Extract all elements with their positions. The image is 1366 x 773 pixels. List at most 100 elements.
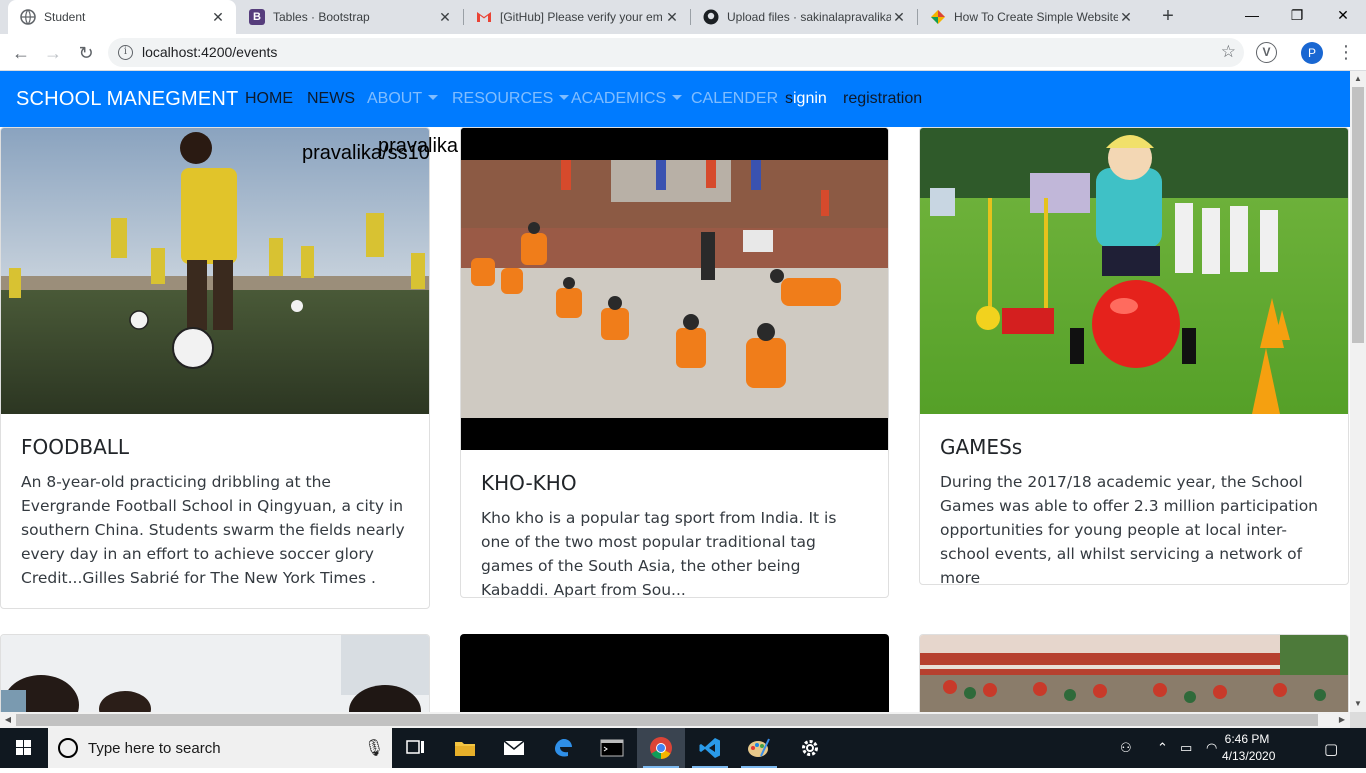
card-text: During the 2017/18 academic year, the Sc… — [940, 473, 1319, 585]
tab-upload-files[interactable]: Upload files · sakinalapravalika ✕ — [691, 0, 917, 34]
tab-github-verify[interactable]: [GitHub] Please verify your em ✕ — [464, 0, 690, 34]
bookmark-star-icon[interactable]: ☆ — [1221, 42, 1236, 62]
nav-signin-first-letter: s — [785, 90, 793, 107]
url-text: localhost:4200/events — [142, 44, 278, 60]
close-icon[interactable]: ✕ — [1118, 9, 1134, 26]
close-icon[interactable]: ✕ — [891, 9, 907, 26]
tab-simple-website[interactable]: How To Create Simple Website ✕ — [918, 0, 1144, 34]
windows-logo-icon — [16, 740, 31, 755]
chevron-down-icon — [559, 95, 570, 100]
card-title: KHO-KHO — [481, 471, 577, 495]
card-title: GAMESs — [940, 435, 1023, 459]
scrollbar-thumb[interactable] — [16, 714, 1318, 726]
chevron-up-icon[interactable]: ⌃ — [1157, 740, 1168, 756]
extension-icon[interactable]: V — [1256, 42, 1277, 63]
card-text: An 8-year-old practicing dribbling at th… — [21, 473, 405, 587]
wifi-icon[interactable]: ◠ — [1206, 740, 1217, 756]
scrollbar-corner — [1350, 712, 1366, 728]
bootstrap-icon: B — [249, 9, 265, 25]
search-placeholder: Type here to search — [88, 740, 221, 757]
clock-time: 6:46 PM — [1224, 732, 1270, 746]
reload-icon[interactable]: ↻ — [73, 40, 99, 66]
football-image — [1, 128, 429, 414]
chevron-down-icon — [428, 95, 439, 100]
multicolor-icon — [930, 9, 946, 25]
settings-gear-icon[interactable] — [786, 728, 834, 768]
close-icon[interactable]: ✕ — [664, 9, 680, 26]
school-assembly-image — [920, 635, 1348, 712]
task-view-icon[interactable] — [392, 728, 440, 768]
close-window-icon[interactable]: ✕ — [1320, 0, 1366, 30]
scrollbar-thumb[interactable] — [1352, 87, 1364, 343]
new-tab-button[interactable]: + — [1156, 5, 1180, 29]
search-icon — [58, 738, 78, 758]
overlay-text-name-inner: pravalika — [378, 135, 459, 157]
card-text: Kho kho is a popular tag sport from Indi… — [481, 509, 837, 598]
vertical-scrollbar[interactable]: ▲ ▼ — [1350, 71, 1366, 712]
chevron-down-icon — [672, 95, 683, 100]
nav-signin[interactable]: signin — [785, 90, 827, 108]
mail-icon[interactable] — [490, 728, 538, 768]
terminal-icon[interactable] — [588, 728, 636, 768]
horizontal-scrollbar[interactable]: ◀ ▶ — [0, 712, 1350, 728]
vscode-icon[interactable] — [686, 728, 734, 768]
microphone-icon[interactable]: 🎙 — [364, 738, 384, 758]
card-title: FOODBALL — [21, 435, 130, 459]
scroll-down-icon[interactable]: ▼ — [1350, 696, 1366, 712]
scroll-up-icon[interactable]: ▲ — [1350, 71, 1366, 87]
event-card-row2-2 — [460, 634, 889, 712]
page-viewport: SCHOOL MANEGMENT HOME NEWS ABOUT RESOURC… — [0, 71, 1350, 712]
tab-title: Tables · Bootstrap — [273, 10, 370, 24]
file-explorer-icon[interactable] — [441, 728, 489, 768]
games-image — [920, 128, 1348, 414]
tab-title: Student — [44, 10, 86, 24]
github-icon — [703, 9, 719, 25]
notification-icon[interactable]: ▢ — [1324, 740, 1338, 758]
profile-avatar[interactable]: P — [1301, 42, 1323, 64]
system-clock[interactable]: 6:46 PM 4/13/2020 — [1222, 731, 1275, 765]
paint-icon[interactable] — [735, 728, 783, 768]
event-card-games: GAMESs During the 2017/18 academic year,… — [919, 127, 1349, 585]
chrome-icon[interactable] — [637, 728, 685, 768]
site-navbar: SCHOOL MANEGMENT HOME NEWS ABOUT RESOURC… — [0, 71, 1350, 127]
nav-about[interactable]: ABOUT — [367, 90, 439, 108]
tab-title: How To Create Simple Website — [954, 10, 1118, 24]
kho-kho-image — [461, 128, 888, 450]
navbar-brand[interactable]: SCHOOL MANEGMENT — [16, 88, 238, 111]
nav-resources-label: RESOURCES — [452, 90, 554, 107]
close-icon[interactable]: ✕ — [437, 9, 453, 26]
scroll-right-icon[interactable]: ▶ — [1334, 712, 1350, 728]
nav-news[interactable]: NEWS — [307, 90, 355, 108]
battery-icon[interactable]: ▭ — [1180, 740, 1192, 756]
minimize-icon[interactable]: — — [1229, 0, 1275, 30]
overlay-text-name: pravalika — [378, 135, 460, 158]
edge-icon[interactable] — [539, 728, 587, 768]
nav-calender[interactable]: CALENDER — [691, 90, 778, 108]
event-card-row2-1 — [0, 634, 430, 712]
tab-student[interactable]: Student ✕ — [8, 0, 236, 34]
forward-arrow-icon[interactable]: → — [40, 40, 66, 66]
event-card-football: FOODBALL An 8-year-old practicing dribbl… — [0, 127, 430, 609]
taskbar-search[interactable]: Type here to search 🎙 — [48, 728, 392, 768]
nav-resources[interactable]: RESOURCES — [452, 90, 570, 108]
info-icon[interactable]: i — [118, 45, 133, 60]
event-card-kho-kho: KHO-KHO Kho kho is a popular tag sport f… — [460, 127, 889, 598]
start-button[interactable] — [0, 728, 48, 768]
tab-title: [GitHub] Please verify your em — [500, 10, 663, 24]
nav-about-label: ABOUT — [367, 90, 423, 107]
back-arrow-icon[interactable]: ← — [8, 40, 34, 66]
nav-registration[interactable]: registration — [843, 90, 922, 108]
nav-academics[interactable]: ACADEMICS — [571, 90, 683, 108]
browser-menu-icon[interactable]: ⋮ — [1337, 42, 1355, 64]
people-icon[interactable]: ⚇ — [1120, 740, 1132, 756]
event-card-row2-3 — [919, 634, 1349, 712]
scroll-left-icon[interactable]: ◀ — [0, 712, 16, 728]
restore-icon[interactable]: ❐ — [1274, 0, 1320, 30]
nav-home[interactable]: HOME — [245, 90, 293, 108]
address-bar[interactable]: i localhost:4200/events ☆ — [108, 38, 1244, 67]
tab-tables-bootstrap[interactable]: B Tables · Bootstrap ✕ — [237, 0, 463, 34]
nav-academics-label: ACADEMICS — [571, 90, 667, 107]
globe-icon — [20, 9, 36, 25]
students-image — [1, 635, 429, 712]
close-icon[interactable]: ✕ — [210, 9, 226, 26]
